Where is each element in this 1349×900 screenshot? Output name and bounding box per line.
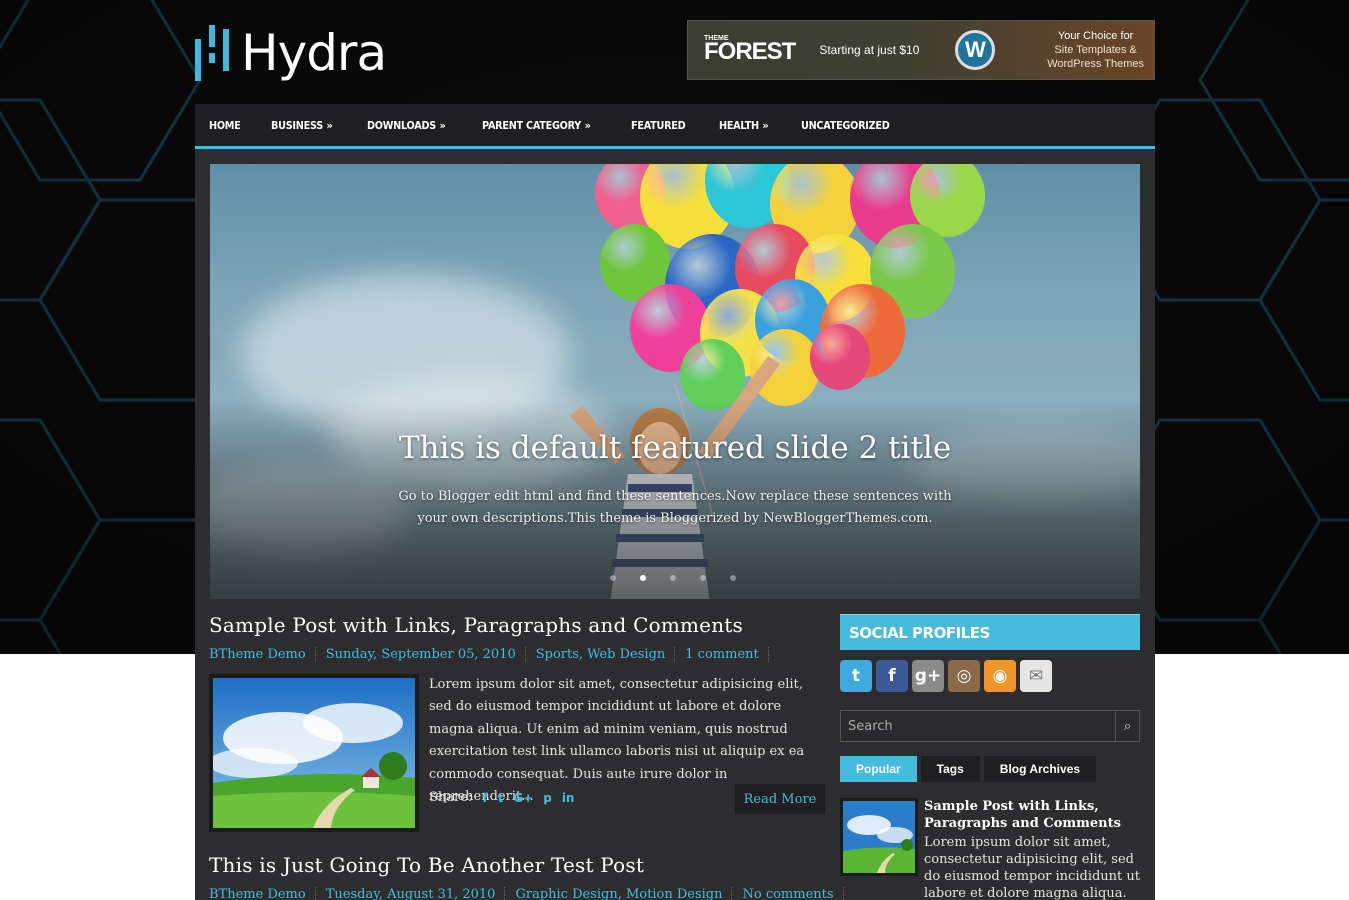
post-meta: BTheme Demo Tuesday, August 31, 2010 Gra… bbox=[209, 887, 844, 900]
slider-dot[interactable] bbox=[610, 575, 616, 581]
logo-text: Hydra bbox=[241, 24, 387, 82]
nav-item-business[interactable]: BUSINESS» bbox=[271, 118, 333, 132]
google-plus-share-icon[interactable]: G+ bbox=[513, 791, 533, 805]
nav-item-parent-category[interactable]: PARENT CATEGORY» bbox=[482, 119, 591, 132]
post-item: Sample Post with Links, Paragraphs and C… bbox=[209, 613, 829, 834]
nav-item-uncategorized[interactable]: UNCATEGORIZED bbox=[801, 119, 890, 132]
post-title[interactable]: This is Just Going To Be Another Test Po… bbox=[209, 853, 829, 877]
twitter-icon[interactable]: t bbox=[840, 660, 872, 692]
submenu-arrow-icon: » bbox=[439, 118, 446, 132]
share-label: Share: bbox=[429, 790, 473, 805]
submenu-arrow-icon: » bbox=[326, 118, 333, 132]
post-item: This is Just Going To Be Another Test Po… bbox=[209, 853, 844, 900]
slider-dot[interactable] bbox=[670, 575, 676, 581]
post-labels[interactable]: Graphic Design, Motion Design bbox=[515, 887, 733, 900]
google-plus-icon[interactable]: g+ bbox=[912, 660, 944, 692]
ad-brand: THEME FOREST bbox=[704, 34, 796, 65]
popular-post-excerpt: Lorem ipsum dolor sit amet, consectetur … bbox=[924, 835, 1140, 900]
submenu-arrow-icon: » bbox=[762, 118, 769, 132]
read-more-button[interactable]: Read More bbox=[735, 784, 825, 814]
social-profiles-heading: SOCIAL PROFILES bbox=[840, 614, 1140, 650]
search-box[interactable]: Search ⌕ bbox=[840, 710, 1140, 742]
slider-dot[interactable] bbox=[700, 575, 706, 581]
popular-post-thumbnail[interactable] bbox=[840, 798, 918, 876]
post-date[interactable]: Sunday, September 05, 2010 bbox=[326, 647, 526, 662]
header-banner-ad[interactable]: THEME FOREST Starting at just $10 W Your… bbox=[687, 20, 1155, 80]
post-date[interactable]: Tuesday, August 31, 2010 bbox=[326, 887, 506, 900]
post-meta: BTheme Demo Sunday, September 05, 2010 S… bbox=[209, 647, 829, 662]
content-container: This is default featured slide 2 title G… bbox=[195, 149, 1155, 900]
sidebar: SOCIAL PROFILES t f g+ ◎ ◉ ✉ Search ⌕ Popular… bbox=[840, 614, 1140, 900]
ad-tagline: Your Choice for Site Templates & WordPre… bbox=[1047, 30, 1144, 70]
slide-description: Go to Blogger edit html and find these s… bbox=[398, 489, 952, 526]
slider-dot[interactable] bbox=[730, 575, 736, 581]
post-thumbnail[interactable] bbox=[209, 674, 419, 832]
post-labels[interactable]: Sports, Web Design bbox=[536, 647, 676, 662]
facebook-icon[interactable]: f bbox=[876, 660, 908, 692]
search-input[interactable]: Search bbox=[848, 719, 893, 734]
popular-post-item: Sample Post with Links, Paragraphs and C… bbox=[840, 798, 1140, 900]
hydra-logo-icon bbox=[195, 25, 231, 81]
share-bar: Share: f t G+ p in bbox=[429, 790, 574, 805]
post-comments[interactable]: 1 comment bbox=[685, 647, 769, 662]
email-icon[interactable]: ✉ bbox=[1020, 660, 1052, 692]
facebook-share-icon[interactable]: f bbox=[482, 791, 487, 805]
nav-item-downloads[interactable]: DOWNLOADS» bbox=[367, 118, 446, 132]
tab-tags[interactable]: Tags bbox=[920, 756, 980, 782]
tab-blog-archives[interactable]: Blog Archives bbox=[983, 756, 1097, 782]
search-icon[interactable]: ⌕ bbox=[1115, 711, 1139, 741]
slider-dot-active[interactable] bbox=[640, 575, 646, 581]
ad-price-text: Starting at just $10 bbox=[819, 43, 920, 57]
wordpress-icon: W bbox=[955, 30, 996, 70]
nav-item-health[interactable]: HEALTH» bbox=[719, 118, 769, 132]
tab-popular[interactable]: Popular bbox=[840, 756, 917, 782]
pinterest-share-icon[interactable]: p bbox=[543, 791, 552, 805]
featured-slider[interactable]: This is default featured slide 2 title G… bbox=[210, 164, 1140, 599]
sidebar-tabs: Popular Tags Blog Archives bbox=[840, 756, 1140, 782]
instagram-icon[interactable]: ◎ bbox=[948, 660, 980, 692]
nav-item-home[interactable]: HOME bbox=[209, 119, 241, 132]
balloon bbox=[810, 324, 870, 390]
post-author[interactable]: BTheme Demo bbox=[209, 887, 316, 900]
linkedin-share-icon[interactable]: in bbox=[562, 791, 575, 805]
submenu-arrow-icon: » bbox=[584, 118, 591, 132]
post-author[interactable]: BTheme Demo bbox=[209, 647, 316, 662]
post-comments[interactable]: No comments bbox=[742, 887, 844, 900]
twitter-share-icon[interactable]: t bbox=[498, 791, 504, 805]
slide-title: This is default featured slide 2 title bbox=[398, 430, 952, 466]
popular-post-title[interactable]: Sample Post with Links, Paragraphs and C… bbox=[924, 798, 1140, 832]
post-title[interactable]: Sample Post with Links, Paragraphs and C… bbox=[209, 613, 829, 637]
rss-icon[interactable]: ◉ bbox=[984, 660, 1016, 692]
slider-pagination bbox=[610, 575, 760, 581]
social-icons: t f g+ ◎ ◉ ✉ bbox=[840, 660, 1140, 692]
main-navigation: HOME BUSINESS» DOWNLOADS» PARENT CATEGORY» F… bbox=[195, 104, 1155, 149]
site-logo[interactable]: Hydra bbox=[195, 18, 387, 88]
nav-item-featured[interactable]: FEATURED bbox=[631, 119, 686, 132]
